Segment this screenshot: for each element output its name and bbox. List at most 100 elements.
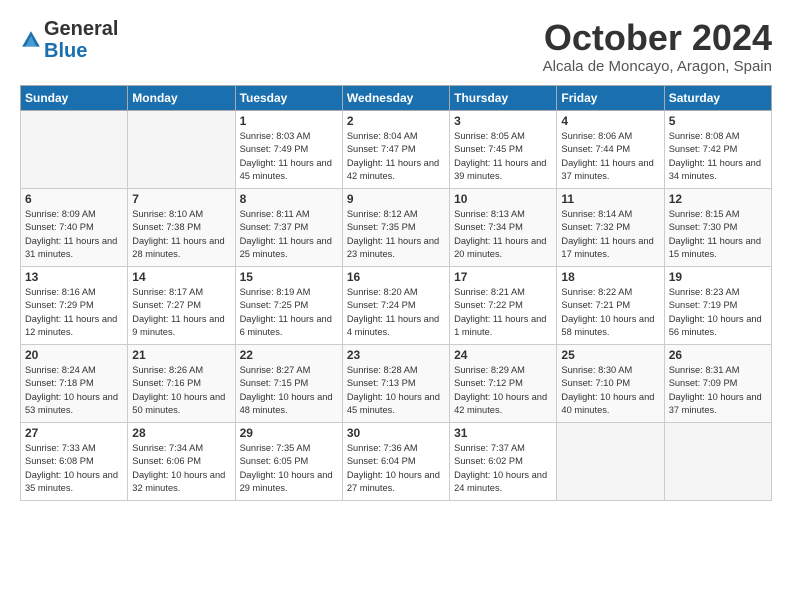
day-number: 17: [454, 270, 552, 284]
calendar-cell: 30 Sunrise: 7:36 AM Sunset: 6:04 PM Dayli…: [342, 422, 449, 500]
calendar-cell: 29 Sunrise: 7:35 AM Sunset: 6:05 PM Dayli…: [235, 422, 342, 500]
calendar-cell: 17 Sunrise: 8:21 AM Sunset: 7:22 PM Dayli…: [450, 266, 557, 344]
day-info: Sunrise: 8:05 AM Sunset: 7:45 PM Dayligh…: [454, 130, 552, 184]
header-day-tuesday: Tuesday: [235, 85, 342, 110]
calendar-cell: 6 Sunrise: 8:09 AM Sunset: 7:40 PM Daylig…: [21, 188, 128, 266]
day-number: 25: [561, 348, 659, 362]
calendar-cell: 12 Sunrise: 8:15 AM Sunset: 7:30 PM Dayli…: [664, 188, 771, 266]
calendar-cell: [664, 422, 771, 500]
day-number: 26: [669, 348, 767, 362]
calendar-cell: 26 Sunrise: 8:31 AM Sunset: 7:09 PM Dayli…: [664, 344, 771, 422]
calendar-cell: 1 Sunrise: 8:03 AM Sunset: 7:49 PM Daylig…: [235, 110, 342, 188]
header-day-wednesday: Wednesday: [342, 85, 449, 110]
calendar-cell: 23 Sunrise: 8:28 AM Sunset: 7:13 PM Dayli…: [342, 344, 449, 422]
day-info: Sunrise: 8:24 AM Sunset: 7:18 PM Dayligh…: [25, 364, 123, 418]
day-number: 1: [240, 114, 338, 128]
day-info: Sunrise: 8:03 AM Sunset: 7:49 PM Dayligh…: [240, 130, 338, 184]
header-day-saturday: Saturday: [664, 85, 771, 110]
day-number: 22: [240, 348, 338, 362]
day-number: 10: [454, 192, 552, 206]
calendar-week-2: 6 Sunrise: 8:09 AM Sunset: 7:40 PM Daylig…: [21, 188, 772, 266]
calendar-cell: 4Sunrise: 8:06 AM Sunset: 7:44 PM Daylig…: [557, 110, 664, 188]
day-number: 2: [347, 114, 445, 128]
day-info: Sunrise: 7:35 AM Sunset: 6:05 PM Dayligh…: [240, 442, 338, 496]
header-day-friday: Friday: [557, 85, 664, 110]
calendar-cell: 31 Sunrise: 7:37 AM Sunset: 6:02 PM Dayli…: [450, 422, 557, 500]
calendar-cell: 15 Sunrise: 8:19 AM Sunset: 7:25 PM Dayli…: [235, 266, 342, 344]
day-number: 23: [347, 348, 445, 362]
day-info: Sunrise: 8:14 AM Sunset: 7:32 PM Dayligh…: [561, 208, 659, 262]
day-number: 7: [132, 192, 230, 206]
day-number: 18: [561, 270, 659, 284]
day-number: 16: [347, 270, 445, 284]
day-info: Sunrise: 8:26 AM Sunset: 7:16 PM Dayligh…: [132, 364, 230, 418]
day-info: Sunrise: 8:21 AM Sunset: 7:22 PM Dayligh…: [454, 286, 552, 340]
day-info: Sunrise: 8:15 AM Sunset: 7:30 PM Dayligh…: [669, 208, 767, 262]
title-block: October 2024 Alcala de Moncayo, Aragon, …: [543, 18, 772, 75]
calendar-cell: 19Sunrise: 8:23 AM Sunset: 7:19 PM Dayli…: [664, 266, 771, 344]
day-info: Sunrise: 8:30 AM Sunset: 7:10 PM Dayligh…: [561, 364, 659, 418]
logo-general: General: [44, 18, 118, 40]
calendar-cell: 5 Sunrise: 8:08 AM Sunset: 7:42 PM Daylig…: [664, 110, 771, 188]
day-number: 20: [25, 348, 123, 362]
calendar-week-3: 13 Sunrise: 8:16 AM Sunset: 7:29 PM Dayli…: [21, 266, 772, 344]
calendar-cell: 16Sunrise: 8:20 AM Sunset: 7:24 PM Dayli…: [342, 266, 449, 344]
day-number: 24: [454, 348, 552, 362]
day-info: Sunrise: 8:16 AM Sunset: 7:29 PM Dayligh…: [25, 286, 123, 340]
calendar-cell: 11Sunrise: 8:14 AM Sunset: 7:32 PM Dayli…: [557, 188, 664, 266]
day-number: 31: [454, 426, 552, 440]
day-info: Sunrise: 7:37 AM Sunset: 6:02 PM Dayligh…: [454, 442, 552, 496]
calendar-cell: 3Sunrise: 8:05 AM Sunset: 7:45 PM Daylig…: [450, 110, 557, 188]
day-info: Sunrise: 8:31 AM Sunset: 7:09 PM Dayligh…: [669, 364, 767, 418]
day-info: Sunrise: 8:08 AM Sunset: 7:42 PM Dayligh…: [669, 130, 767, 184]
calendar-week-4: 20 Sunrise: 8:24 AM Sunset: 7:18 PM Dayli…: [21, 344, 772, 422]
calendar-cell: 24Sunrise: 8:29 AM Sunset: 7:12 PM Dayli…: [450, 344, 557, 422]
day-info: Sunrise: 8:06 AM Sunset: 7:44 PM Dayligh…: [561, 130, 659, 184]
day-number: 9: [347, 192, 445, 206]
header-day-monday: Monday: [128, 85, 235, 110]
logo: General Blue: [20, 18, 118, 62]
day-number: 13: [25, 270, 123, 284]
calendar-cell: [21, 110, 128, 188]
calendar-cell: [128, 110, 235, 188]
day-info: Sunrise: 7:34 AM Sunset: 6:06 PM Dayligh…: [132, 442, 230, 496]
logo-icon: [20, 29, 42, 51]
day-info: Sunrise: 7:36 AM Sunset: 6:04 PM Dayligh…: [347, 442, 445, 496]
calendar-cell: 20 Sunrise: 8:24 AM Sunset: 7:18 PM Dayli…: [21, 344, 128, 422]
day-number: 15: [240, 270, 338, 284]
calendar-cell: 18 Sunrise: 8:22 AM Sunset: 7:21 PM Dayli…: [557, 266, 664, 344]
day-number: 12: [669, 192, 767, 206]
calendar-week-1: 1 Sunrise: 8:03 AM Sunset: 7:49 PM Daylig…: [21, 110, 772, 188]
calendar-cell: 7Sunrise: 8:10 AM Sunset: 7:38 PM Daylig…: [128, 188, 235, 266]
day-number: 29: [240, 426, 338, 440]
day-info: Sunrise: 8:19 AM Sunset: 7:25 PM Dayligh…: [240, 286, 338, 340]
day-info: Sunrise: 8:22 AM Sunset: 7:21 PM Dayligh…: [561, 286, 659, 340]
day-number: 21: [132, 348, 230, 362]
calendar-page: General Blue October 2024 Alcala de Monc…: [0, 0, 792, 511]
day-info: Sunrise: 8:12 AM Sunset: 7:35 PM Dayligh…: [347, 208, 445, 262]
day-info: Sunrise: 8:17 AM Sunset: 7:27 PM Dayligh…: [132, 286, 230, 340]
day-info: Sunrise: 8:27 AM Sunset: 7:15 PM Dayligh…: [240, 364, 338, 418]
calendar-cell: 22 Sunrise: 8:27 AM Sunset: 7:15 PM Dayli…: [235, 344, 342, 422]
day-info: Sunrise: 8:04 AM Sunset: 7:47 PM Dayligh…: [347, 130, 445, 184]
day-info: Sunrise: 8:28 AM Sunset: 7:13 PM Dayligh…: [347, 364, 445, 418]
day-number: 5: [669, 114, 767, 128]
day-number: 30: [347, 426, 445, 440]
day-info: Sunrise: 8:09 AM Sunset: 7:40 PM Dayligh…: [25, 208, 123, 262]
day-info: Sunrise: 8:13 AM Sunset: 7:34 PM Dayligh…: [454, 208, 552, 262]
calendar-cell: 2 Sunrise: 8:04 AM Sunset: 7:47 PM Daylig…: [342, 110, 449, 188]
calendar-cell: 8Sunrise: 8:11 AM Sunset: 7:37 PM Daylig…: [235, 188, 342, 266]
calendar-table: SundayMondayTuesdayWednesdayThursdayFrid…: [20, 85, 772, 501]
calendar-cell: 25 Sunrise: 8:30 AM Sunset: 7:10 PM Dayli…: [557, 344, 664, 422]
day-number: 6: [25, 192, 123, 206]
calendar-cell: 21 Sunrise: 8:26 AM Sunset: 7:16 PM Dayli…: [128, 344, 235, 422]
calendar-cell: 27Sunrise: 7:33 AM Sunset: 6:08 PM Dayli…: [21, 422, 128, 500]
calendar-cell: [557, 422, 664, 500]
calendar-cell: 14 Sunrise: 8:17 AM Sunset: 7:27 PM Dayli…: [128, 266, 235, 344]
calendar-week-5: 27Sunrise: 7:33 AM Sunset: 6:08 PM Dayli…: [21, 422, 772, 500]
day-info: Sunrise: 7:33 AM Sunset: 6:08 PM Dayligh…: [25, 442, 123, 496]
calendar-cell: 13 Sunrise: 8:16 AM Sunset: 7:29 PM Dayli…: [21, 266, 128, 344]
calendar-cell: 10 Sunrise: 8:13 AM Sunset: 7:34 PM Dayli…: [450, 188, 557, 266]
day-number: 14: [132, 270, 230, 284]
calendar-cell: 9 Sunrise: 8:12 AM Sunset: 7:35 PM Daylig…: [342, 188, 449, 266]
